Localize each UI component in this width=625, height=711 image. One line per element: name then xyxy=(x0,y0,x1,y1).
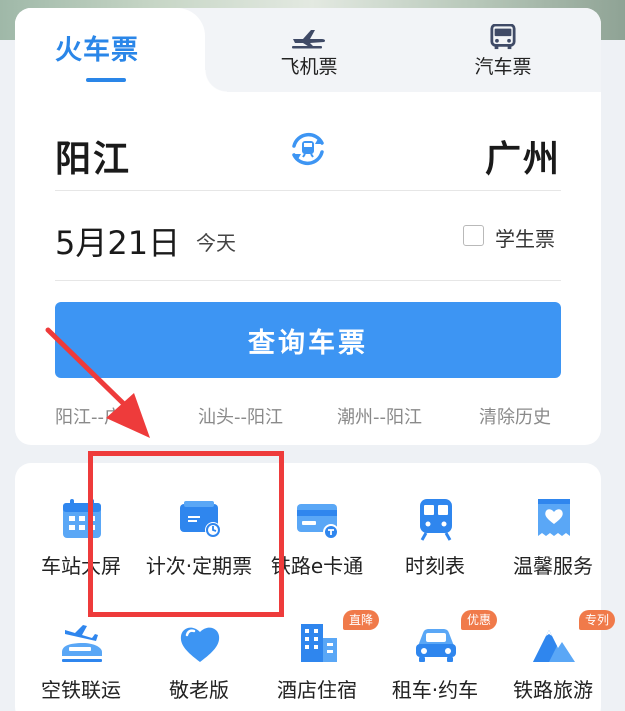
heart-ticket-icon xyxy=(538,499,570,536)
promo-badge: 直降 xyxy=(343,610,380,630)
clear-history-button[interactable]: 清除历史 xyxy=(479,403,551,429)
history-item[interactable]: 汕头--阳江 xyxy=(198,403,283,429)
divider xyxy=(55,280,561,281)
history-item[interactable]: 潮州--阳江 xyxy=(337,403,422,429)
tab-train-label: 火车票 xyxy=(55,35,139,66)
service-warm-service[interactable]: 温馨服务 xyxy=(493,496,613,606)
divider xyxy=(55,190,561,191)
service-car-rental[interactable]: 优惠 租车·约车 xyxy=(375,610,498,711)
airplane-icon xyxy=(292,30,326,49)
date-today-label: 今天 xyxy=(196,231,236,255)
tab-plane-label: 飞机票 xyxy=(280,56,338,78)
hotel-building-icon xyxy=(301,624,337,662)
departure-date[interactable]: 5月21日 xyxy=(55,218,180,264)
service-railway-travel[interactable]: 专列 铁路旅游 xyxy=(493,610,616,711)
tab-bus-label: 汽车票 xyxy=(474,56,532,78)
ticket-type-tabs: 火车票 飞机票 汽车票 xyxy=(15,8,601,92)
service-air-rail[interactable]: 空铁联运 xyxy=(21,620,141,711)
tab-bus[interactable]: 汽车票 xyxy=(443,24,563,84)
heart-icon xyxy=(180,627,220,662)
service-elderly-mode[interactable]: 敬老版 xyxy=(139,620,259,711)
arrival-station[interactable]: 广州 xyxy=(485,130,561,182)
swap-stations-icon[interactable] xyxy=(285,126,331,172)
train-front-icon xyxy=(420,499,452,541)
service-label: 温馨服务 xyxy=(513,554,593,578)
tab-train[interactable]: 火车票 xyxy=(15,8,227,92)
student-ticket-label[interactable]: 学生票 xyxy=(495,223,555,252)
history-item[interactable]: 阳江--广州 xyxy=(55,403,140,429)
tab-plane[interactable]: 飞机票 xyxy=(249,24,369,84)
train-card-icon xyxy=(297,504,339,540)
plane-train-icon xyxy=(62,625,102,662)
promo-badge: 优惠 xyxy=(461,610,498,630)
search-tickets-button[interactable]: 查询车票 xyxy=(55,302,561,378)
service-timetable[interactable]: 时刻表 xyxy=(375,496,495,606)
departure-station[interactable]: 阳江 xyxy=(55,130,131,182)
car-icon xyxy=(416,629,456,662)
bus-icon xyxy=(490,24,516,50)
annotation-highlight-box xyxy=(88,451,284,617)
mountain-icon xyxy=(533,630,575,662)
service-hotel[interactable]: 直降 酒店住宿 xyxy=(257,610,380,711)
promo-badge: 专列 xyxy=(579,610,616,630)
student-ticket-checkbox[interactable] xyxy=(463,225,484,246)
ticket-search-card: 火车票 飞机票 汽车票 阳江 广州 5月21日 今天 学生票 查询车票 阳江--… xyxy=(15,8,601,445)
service-label: 铁路旅游 xyxy=(513,678,593,702)
tab-active-indicator xyxy=(86,78,126,82)
